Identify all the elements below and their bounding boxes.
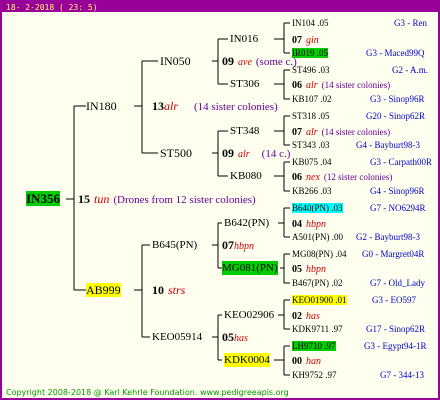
ffm-id[interactable]: ST306	[230, 77, 259, 91]
fm-detail: 09 alr (14 c.)	[222, 146, 290, 162]
mfm-detail: 05 hbpn	[292, 261, 326, 277]
ff-id[interactable]: IN050	[160, 54, 191, 68]
g4-loc: G4 - Bayburt98-3	[356, 140, 420, 150]
g4-row[interactable]: KEO01900 .01	[292, 293, 347, 307]
fmm-detail: 06 nex (12 sister colonies)	[292, 169, 392, 185]
g4-row[interactable]: KB075 .04	[292, 155, 332, 169]
g4-loc: G3 - Sinop96R	[370, 94, 425, 104]
g4-row[interactable]: LH9710 .97	[292, 339, 336, 353]
fmf-id[interactable]: ST348	[230, 124, 259, 138]
g4-loc: G7 - 344-13	[380, 370, 424, 380]
mmm-detail: 00 han	[292, 353, 321, 369]
mmm-id[interactable]: KDK0004	[224, 353, 270, 367]
g4-loc: G3 - Carpath00R	[370, 157, 432, 167]
ff-detail: 09 ave (some c.)	[222, 54, 297, 70]
mmf-id[interactable]: KEO02906	[224, 308, 274, 322]
g4-loc: G2 - A.m.	[392, 65, 428, 75]
mff-id[interactable]: B642(PN)	[224, 216, 269, 230]
root-year: 15	[78, 192, 90, 206]
root-queen[interactable]: IN356	[26, 191, 60, 206]
g4-row[interactable]: MG08(PN) .04	[292, 247, 347, 261]
mf-detail: 07hbpn	[222, 238, 254, 254]
root-detail: 15 tun (Drones from 12 sister colonies)	[78, 192, 256, 207]
g4-loc: G17 - Sinop62R	[366, 324, 426, 334]
g4-row[interactable]: IR019 .05	[292, 46, 328, 60]
g4-loc: G20 - Sinop62R	[366, 111, 426, 121]
footer-copyright: Copyright 2008-2018 @ Karl Kehrle Founda…	[6, 388, 289, 397]
fmm-id[interactable]: KB080	[230, 169, 262, 183]
g4-row[interactable]: KDK9711 .97	[292, 322, 343, 336]
fmf-year: 07	[292, 127, 302, 138]
mf-year: 07	[222, 238, 234, 252]
father-id[interactable]: IN180	[86, 99, 117, 113]
fmf-name: alr	[306, 127, 318, 138]
g4-loc: G7 - NO6294R	[370, 203, 426, 213]
fm-name: alr	[238, 149, 250, 160]
mother-name: strs	[168, 283, 186, 297]
mother-id[interactable]: AB999	[86, 283, 121, 297]
fmm-year: 06	[292, 172, 302, 183]
g4-loc: G3 - Ren	[394, 18, 427, 28]
root-id: IN356	[26, 191, 60, 206]
pedigree-page: 18- 2-2018 ( 23: 5) IN356 15 tun (Drones…	[0, 0, 440, 400]
mm-id[interactable]: KEO05914	[152, 330, 202, 344]
g4-row[interactable]: KB107 .02	[292, 92, 332, 106]
mm-year: 05	[222, 330, 234, 344]
fmm-note: (12 sister colonies)	[323, 172, 393, 182]
mm-name: has	[234, 333, 248, 344]
g4-loc: G3 - EO597	[372, 295, 416, 305]
ff-name: ave	[238, 57, 252, 68]
fff-name: gin	[306, 35, 319, 46]
g4-row[interactable]: ST318 .05	[292, 109, 330, 123]
mff-year: 04	[292, 219, 302, 230]
fm-year: 09	[222, 146, 234, 160]
mfm-name: hbpn	[306, 264, 326, 275]
mfm-id[interactable]: MG081(PN)	[222, 261, 278, 275]
g4-row[interactable]: KB266 .03	[292, 184, 332, 198]
g4-loc: G2 - Bayburt98-3	[356, 232, 420, 242]
mother-year: 10	[152, 283, 164, 297]
fm-note: (14 c.)	[261, 148, 291, 160]
mm-detail: 05has	[222, 330, 248, 346]
g4-loc: G0 - Margret04R	[362, 249, 425, 259]
g4-row[interactable]: KH9752 .97	[292, 368, 337, 382]
g4-loc: G4 - Sinop96R	[370, 186, 425, 196]
father-detail: 13alr (14 sister colonies)	[152, 99, 278, 114]
mfm-year: 05	[292, 264, 302, 275]
father-name: alr	[164, 99, 179, 113]
father-note: (14 sister colonies)	[194, 101, 278, 113]
mf-id[interactable]: B645(PN)	[152, 238, 197, 252]
fmm-name: nex	[306, 172, 320, 183]
father-year: 13	[152, 99, 164, 113]
mff-name: hbpn	[306, 219, 326, 230]
mmf-name: has	[306, 311, 320, 322]
ff-year: 09	[222, 54, 234, 68]
ffm-detail: 06 alr (14 sister colonies)	[292, 77, 390, 93]
g4-loc: G3 - Egypt94-1R	[364, 341, 427, 351]
mf-name: hbpn	[234, 241, 254, 252]
mother-detail: 10 strs	[152, 283, 185, 297]
ff-note: (some c.)	[255, 56, 297, 68]
mmm-year: 00	[292, 356, 302, 367]
fff-year: 07	[292, 35, 302, 46]
g4-row[interactable]: B467(PN) .02	[292, 276, 343, 290]
g4-row[interactable]: ST343 .03	[292, 138, 330, 152]
ffm-note: (14 sister colonies)	[321, 80, 391, 90]
mmm-name: han	[306, 356, 321, 367]
fm-id[interactable]: ST500	[160, 146, 192, 160]
g4-loc: G7 - Old_Lady	[370, 278, 425, 288]
g4-row[interactable]: ST496 .03	[292, 63, 330, 77]
fff-id[interactable]: IN016	[230, 32, 258, 46]
g4-row[interactable]: IN104 .05	[292, 16, 329, 30]
root-note: (Drones from 12 sister colonies)	[113, 194, 256, 206]
fmf-note: (14 sister colonies)	[321, 127, 391, 137]
ffm-name: alr	[306, 80, 318, 91]
g4-row[interactable]: B640(PN) .03	[292, 201, 343, 215]
g4-row[interactable]: A501(PN) .00	[292, 230, 343, 244]
ffm-year: 06	[292, 80, 302, 91]
g4-loc: G3 - Maced99Q	[366, 48, 425, 58]
mmf-year: 02	[292, 311, 302, 322]
root-name: tun	[94, 192, 110, 206]
